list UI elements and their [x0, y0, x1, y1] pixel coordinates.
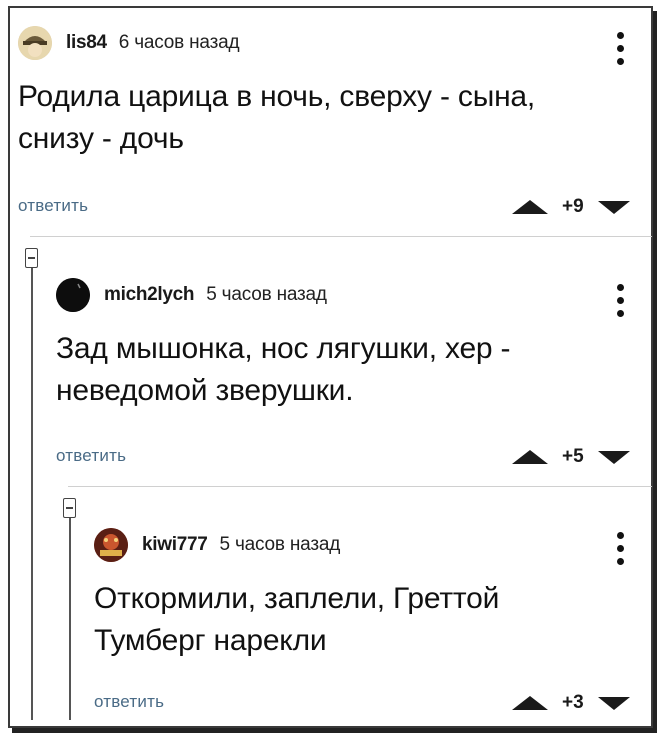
downvote-icon[interactable] [597, 696, 630, 710]
comment-text: Родила царица в ночь, сверху - сына, сни… [18, 76, 638, 160]
timestamp: 5 часов назад [206, 284, 327, 305]
vote-score: +3 [562, 692, 584, 713]
reply-link[interactable]: ответить [94, 692, 164, 712]
vote-controls: +5 [512, 446, 630, 468]
comment-actions: ответить [56, 446, 126, 466]
downvote-icon[interactable] [597, 200, 630, 214]
thread-line [31, 268, 33, 720]
more-options-icon[interactable] [616, 532, 624, 565]
vote-controls: +9 [512, 196, 630, 218]
comment-actions: ответить [18, 196, 88, 216]
username[interactable]: kiwi777 [142, 534, 208, 556]
username[interactable]: mich2lych [104, 284, 195, 306]
comment-text-line: снизу - дочь [18, 122, 184, 155]
comment-text-line: Откормили, заплели, Греттой [94, 582, 500, 615]
timestamp: 6 часов назад [118, 32, 240, 53]
comment-2: mich2lych 5 часов назад Зад мышонка, нос… [56, 278, 636, 412]
upvote-icon[interactable] [512, 200, 548, 214]
collapse-thread-icon[interactable] [25, 248, 38, 268]
comment-text-line: неведомой зверушки. [56, 374, 354, 407]
divider [30, 236, 652, 237]
vote-controls: +3 [512, 692, 630, 714]
comment-text-line: Родила царица в ночь, сверху - сына, [18, 80, 536, 113]
vote-score: +5 [562, 446, 584, 467]
divider [68, 486, 652, 487]
more-options-icon[interactable] [616, 32, 624, 65]
upvote-icon[interactable] [512, 696, 548, 710]
comment-meta: lis84 6 часов назад [18, 26, 638, 60]
user-avatar-icon[interactable] [56, 278, 90, 312]
more-options-icon[interactable] [616, 284, 624, 317]
comment-3: kiwi777 5 часов назад Откормили, заплели… [94, 528, 634, 662]
reply-link[interactable]: ответить [18, 196, 88, 216]
user-avatar-icon[interactable] [18, 26, 52, 60]
comment-text: Откормили, заплели, Греттой Тумберг наре… [94, 578, 634, 662]
comment-actions: ответить [94, 692, 164, 712]
user-avatar-icon[interactable] [94, 528, 128, 562]
comment-1: lis84 6 часов назад Родила царица в ночь… [18, 26, 638, 160]
downvote-icon[interactable] [597, 450, 630, 464]
thread-line [69, 518, 71, 720]
comment-meta: mich2lych 5 часов назад [56, 278, 636, 312]
comment-text: Зад мышонка, нос лягушки, хер - неведомо… [56, 328, 636, 412]
comment-meta: kiwi777 5 часов назад [94, 528, 634, 562]
timestamp: 5 часов назад [219, 534, 341, 555]
username[interactable]: lis84 [66, 32, 107, 54]
vote-score: +9 [562, 196, 584, 217]
reply-link[interactable]: ответить [56, 446, 126, 466]
collapse-thread-icon[interactable] [63, 498, 76, 518]
upvote-icon[interactable] [512, 450, 548, 464]
comment-text-line: Зад мышонка, нос лягушки, хер - [56, 332, 511, 365]
comment-text-line: Тумберг нарекли [94, 624, 327, 657]
